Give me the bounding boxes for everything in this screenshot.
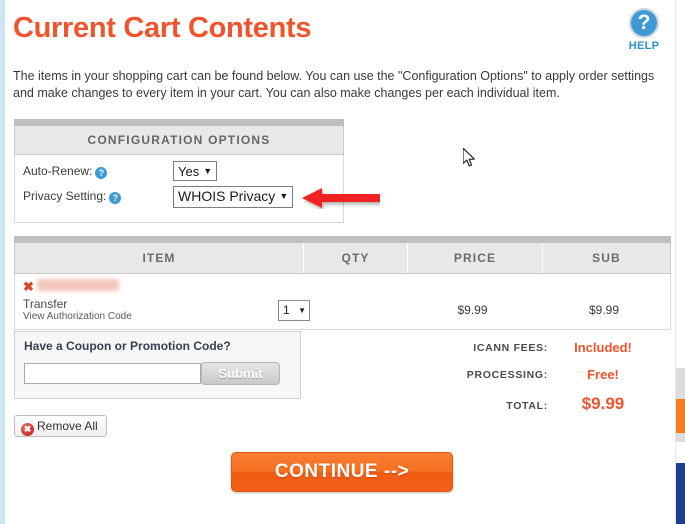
remove-all-label: Remove All — [37, 419, 98, 433]
table-row: ✖ Transfer View Authorization Code 1 ▼ $… — [14, 274, 671, 330]
auto-renew-label-text: Auto-Renew: — [23, 164, 93, 178]
auto-renew-selected-value: Yes — [178, 164, 200, 179]
question-circle-icon[interactable]: ? — [629, 8, 659, 38]
total-label: TOTAL: — [506, 400, 548, 412]
icann-fees-value: Included! — [574, 340, 632, 355]
continue-button[interactable]: CONTINUE --> — [231, 452, 453, 492]
scrollbar-track[interactable] — [676, 0, 685, 524]
processing-label: PROCESSING: — [466, 369, 548, 381]
cart-table-topbar — [14, 236, 671, 243]
column-header-qty: QTY — [303, 243, 407, 273]
coupon-submit-button[interactable]: Submit — [201, 362, 280, 385]
column-header-item: ITEM — [142, 251, 176, 265]
item-subtotal: $9.99 — [588, 303, 620, 317]
icann-fees-label: ICANN FEES: — [473, 342, 548, 354]
page-title: Current Cart Contents — [13, 12, 312, 44]
cart-table-header-row: ITEM QTY PRICE SUB — [14, 243, 671, 274]
config-panel-body: Auto-Renew:? Yes ▼ Privacy Setting:? WHO… — [14, 155, 344, 223]
privacy-setting-label: Privacy Setting:? — [23, 189, 122, 204]
scrollbar-track-upper[interactable] — [676, 368, 685, 399]
cart-page: Current Cart Contents ? HELP The items i… — [0, 0, 685, 524]
quantity-value: 1 — [283, 303, 290, 317]
config-panel-header: CONFIGURATION OPTIONS — [14, 126, 344, 155]
scrollbar-track-lower[interactable] — [676, 433, 685, 442]
column-header-price: PRICE — [407, 243, 542, 273]
totals-row-processing: PROCESSING: Free! — [420, 365, 655, 392]
coupon-title: Have a Coupon or Promotion Code? — [24, 339, 231, 353]
total-value: $9.99 — [581, 394, 625, 413]
privacy-setting-select[interactable]: WHOIS Privacy ▼ — [173, 186, 294, 208]
auto-renew-select[interactable]: Yes ▼ — [173, 161, 218, 181]
coupon-box: Have a Coupon or Promotion Code? Submit — [14, 331, 301, 399]
cart-table: ITEM QTY PRICE SUB ✖ Transfer View Autho… — [14, 236, 671, 330]
config-panel-topbar — [14, 119, 344, 126]
coupon-input[interactable] — [24, 363, 201, 384]
configuration-options-panel: CONFIGURATION OPTIONS Auto-Renew:? Yes ▼… — [14, 119, 344, 223]
privacy-setting-selected-value: WHOIS Privacy — [178, 188, 276, 204]
totals-panel: ICANN FEES: Included! PROCESSING: Free! … — [420, 338, 655, 419]
domain-name-redacted — [37, 279, 119, 291]
config-row-privacy-setting: Privacy Setting:? WHOIS Privacy ▼ — [23, 186, 339, 210]
totals-row-icann-fees: ICANN FEES: Included! — [420, 338, 655, 365]
totals-row-total: TOTAL: $9.99 — [420, 392, 655, 419]
chevron-down-icon: ▼ — [279, 191, 289, 201]
help-tooltip-icon[interactable]: ? — [95, 167, 108, 179]
item-price: $9.99 — [457, 303, 488, 317]
privacy-setting-label-text: Privacy Setting: — [23, 189, 107, 203]
processing-value: Free! — [587, 367, 619, 382]
left-browser-edge-inner — [5, 0, 8, 524]
intro-text: The items in your shopping cart can be f… — [13, 69, 655, 100]
bottom-status-bar — [676, 463, 685, 524]
quantity-select[interactable]: 1 ▼ — [278, 300, 310, 321]
item-type-label: Transfer — [23, 297, 68, 311]
chevron-down-icon: ▼ — [298, 306, 306, 315]
config-row-auto-renew: Auto-Renew:? Yes ▼ — [23, 161, 339, 185]
view-authorization-code-link[interactable]: View Authorization Code — [23, 311, 132, 322]
remove-icon: ✖ — [21, 423, 34, 436]
remove-item-icon[interactable]: ✖ — [23, 280, 34, 293]
scrollbar-thumb[interactable] — [676, 399, 685, 433]
column-header-sub: SUB — [542, 243, 670, 273]
chevron-down-icon: ▼ — [203, 166, 213, 176]
auto-renew-label: Auto-Renew:? — [23, 164, 108, 179]
help-block[interactable]: ? HELP — [621, 8, 667, 52]
mouse-cursor — [463, 148, 475, 167]
help-label[interactable]: HELP — [621, 40, 667, 52]
remove-all-button[interactable]: ✖ Remove All — [14, 415, 107, 437]
help-tooltip-icon[interactable]: ? — [109, 192, 122, 204]
